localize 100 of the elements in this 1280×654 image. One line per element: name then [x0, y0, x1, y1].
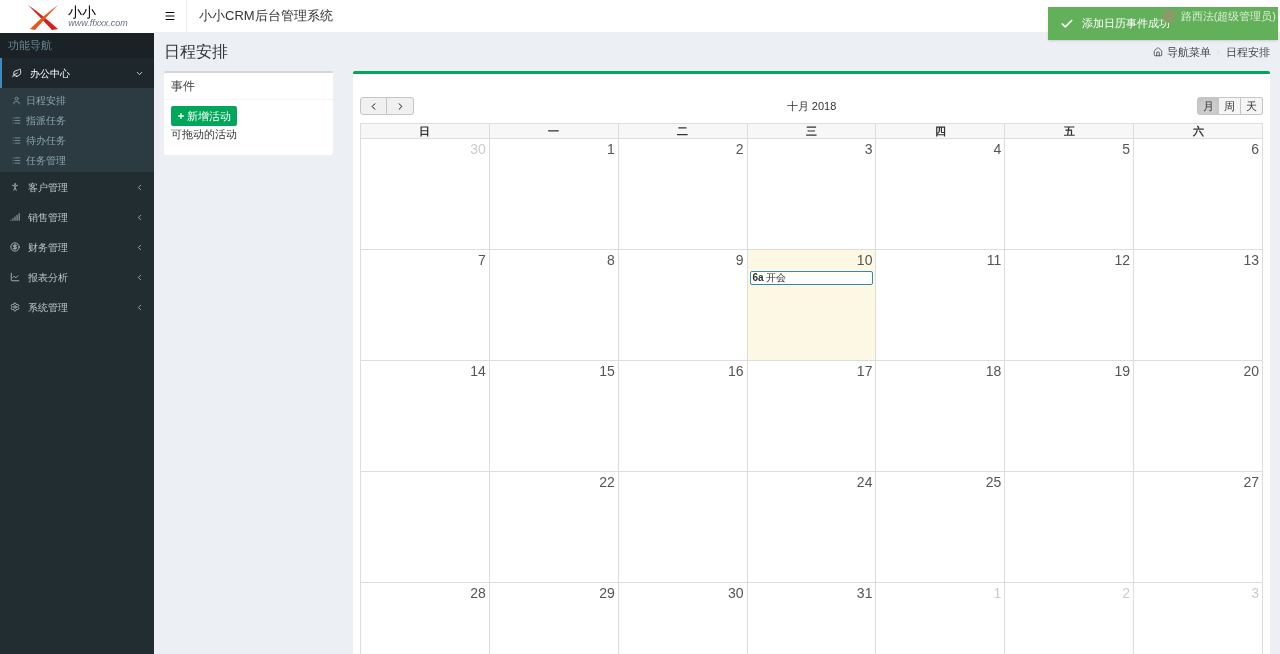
sidebar-item[interactable]: 报表分析 [0, 262, 154, 292]
list-icon [12, 135, 21, 145]
day-cell[interactable]: 16 [618, 361, 748, 472]
logo-name: 小小 [68, 5, 97, 19]
day-cell[interactable]: 3 [747, 139, 877, 250]
sidebar-subitem[interactable]: 待办任务 [0, 130, 154, 150]
chevron-left-icon [135, 272, 144, 282]
app-title: 小小CRM后台管理系统 [198, 7, 334, 26]
day-cell[interactable]: 19 [1005, 361, 1135, 472]
day-number: 28 [470, 585, 487, 601]
day-cell[interactable]: 10 6a 开会 [747, 250, 877, 361]
sidebar-subitem[interactable]: 日程安排 [0, 90, 154, 110]
day-number: 8 [606, 252, 616, 268]
list-icon [12, 155, 21, 165]
day-cell[interactable]: 6 [1134, 139, 1263, 250]
day-number: 24 [856, 474, 874, 490]
day-cell[interactable]: 11 [876, 250, 1006, 361]
sidebar-item[interactable]: 办公中心 [0, 58, 154, 88]
previous-button[interactable] [360, 97, 387, 115]
day-cell[interactable]: 12 [1005, 250, 1135, 361]
chevron-left-icon [135, 212, 144, 222]
day-cell[interactable]: 22 [489, 472, 619, 583]
day-number: 18 [985, 363, 1003, 379]
day-cell[interactable]: 17 [747, 361, 877, 472]
day-number: 22 [599, 474, 616, 490]
day-number: 5 [1122, 141, 1132, 157]
day-cell[interactable]: 5 [1005, 139, 1135, 250]
day-cell[interactable]: 14 [361, 361, 490, 472]
day-number: 10 [856, 252, 874, 268]
day-number: 13 [1243, 252, 1260, 268]
calendar-event[interactable]: 6a 开会 [749, 271, 874, 285]
day-cell[interactable]: 4 [876, 139, 1006, 250]
day-number: 11 [986, 252, 1003, 268]
sidebar-subitem[interactable]: 任务管理 [0, 150, 154, 170]
day-number: 6 [1251, 141, 1260, 157]
day-cell[interactable]: 1 [489, 139, 619, 250]
day-number: 27 [1243, 474, 1260, 490]
day-cell[interactable]: 7 [361, 250, 490, 361]
calendar-title: 十月 2018 [786, 98, 837, 114]
plus-icon [177, 112, 185, 120]
view-tab[interactable]: 月 [1197, 97, 1219, 115]
day-cell[interactable]: 18 [876, 361, 1006, 472]
day-number: 20 [1243, 363, 1260, 379]
page-title: 日程安排 [164, 42, 228, 62]
day-cell[interactable]: 2 [618, 139, 748, 250]
chevron-left-icon [135, 302, 144, 312]
leaf-icon [12, 68, 22, 78]
view-tab[interactable]: 天 [1241, 97, 1263, 115]
view-tab[interactable]: 周 [1219, 97, 1241, 115]
signal-bars-icon [10, 212, 20, 222]
coin-icon [10, 242, 20, 252]
day-number: 19 [1114, 363, 1132, 379]
logo-x-icon [26, 2, 61, 31]
day-number: 25 [985, 474, 1003, 490]
chevron-left-icon [135, 182, 144, 192]
card-title: 事件 [164, 73, 333, 100]
day-number: 3 [864, 141, 874, 157]
day-cell[interactable]: 20 [1134, 361, 1263, 472]
sidebar-item[interactable]: 客户管理 [0, 172, 154, 202]
line-chart-icon [10, 272, 20, 282]
day-number: 16 [728, 363, 745, 379]
logo-url: www.ffxxx.com [68, 19, 128, 28]
day-cell[interactable]: 25 [876, 472, 1006, 583]
sidebar-item[interactable]: 销售管理 [0, 202, 154, 232]
day-cell[interactable]: 27 [1134, 472, 1263, 583]
day-number: 1 [606, 141, 616, 157]
day-number: 4 [993, 141, 1003, 157]
breadcrumb-item: 日程安排 [1226, 44, 1270, 60]
day-number: 30 [728, 585, 745, 601]
day-cell[interactable] [618, 472, 748, 583]
hint-text: 可拖动的活动 [171, 127, 237, 142]
day-number: 7 [478, 252, 487, 268]
day-number: 29 [599, 585, 616, 601]
day-cell[interactable] [361, 472, 490, 583]
day-cell[interactable]: 15 [489, 361, 619, 472]
settings-icon [10, 302, 20, 312]
user-icon [12, 95, 21, 105]
day-number: 15 [599, 363, 616, 379]
list-icon [12, 115, 21, 125]
chevron-left-icon [135, 242, 144, 252]
sidebar-item[interactable]: 系统管理 [0, 292, 154, 322]
day-cell[interactable]: 13 [1134, 250, 1263, 361]
sidebar-heading: 功能导航 [8, 38, 52, 54]
home-icon [1153, 47, 1163, 57]
day-number: 12 [1114, 252, 1132, 268]
day-number: 9 [735, 252, 745, 268]
sidebar-item[interactable]: 财务管理 [0, 232, 154, 262]
person-icon [10, 182, 20, 192]
sidebar-subitem[interactable]: 指派任务 [0, 110, 154, 130]
breadcrumb-item[interactable]: 导航菜单 [1167, 43, 1211, 61]
next-button[interactable] [387, 97, 414, 115]
menu-icon[interactable] [164, 10, 176, 22]
day-number: 14 [470, 363, 487, 379]
day-cell[interactable]: 9 [618, 250, 748, 361]
day-cell[interactable] [1005, 472, 1135, 583]
day-cell[interactable]: 8 [489, 250, 619, 361]
day-number: 31 [856, 585, 874, 601]
day-cell[interactable]: 24 [747, 472, 877, 583]
day-number: 2 [735, 141, 745, 157]
day-number: 17 [856, 363, 874, 379]
